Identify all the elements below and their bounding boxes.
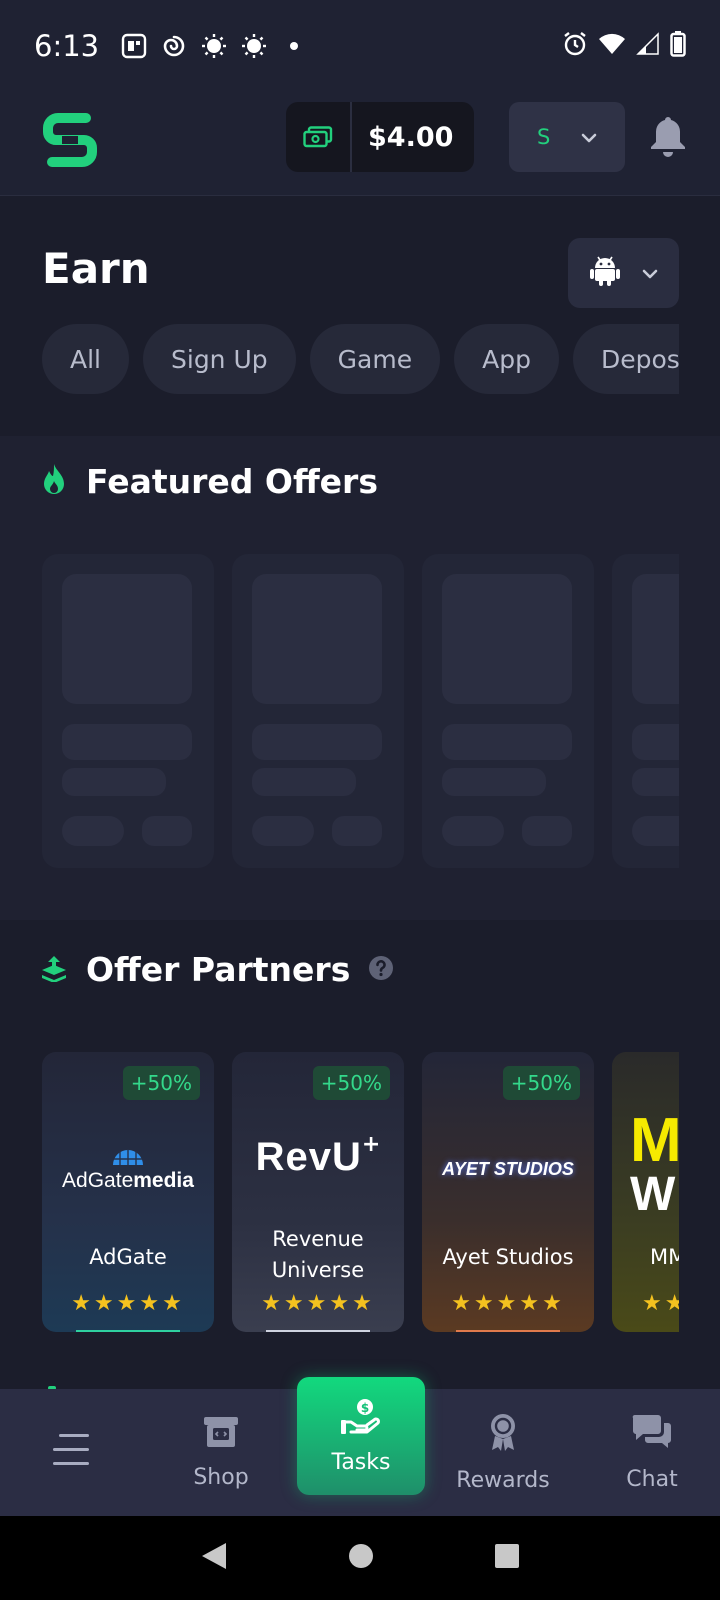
filter-chip-deposit[interactable]: Deposi <box>572 324 679 394</box>
bell-icon[interactable] <box>648 114 688 158</box>
nav-label: Rewards <box>456 1468 550 1493</box>
partner-card-adgate[interactable]: +50% AdGatemedia AdGate ★★★★★ <box>42 1052 214 1332</box>
user-dropdown[interactable]: S <box>509 102 625 172</box>
home-icon[interactable] <box>347 1542 375 1574</box>
star-rating: ★★★★★ <box>451 1291 565 1316</box>
nav-menu[interactable] <box>40 1389 102 1516</box>
filter-chip-app[interactable]: App <box>454 324 559 394</box>
android-icon <box>589 255 620 291</box>
fire-icon <box>40 463 68 501</box>
card-glow <box>456 1330 560 1332</box>
star-rating: ★★★★★ <box>261 1291 375 1316</box>
battery-icon <box>670 31 686 61</box>
filter-chip-game[interactable]: Game <box>309 324 441 394</box>
partner-name: MM <box>650 1245 679 1269</box>
dot-icon <box>281 33 307 59</box>
partners-header: Offer Partners <box>40 950 394 989</box>
cash-icon <box>286 102 352 172</box>
sun-icon <box>201 33 227 59</box>
partner-cards: +50% AdGatemedia AdGate ★★★★★ +50% RevU … <box>42 1052 679 1334</box>
mm-logo: M W <box>630 1106 679 1222</box>
offer-card-skeleton <box>42 554 214 868</box>
tasks-icon: $ <box>341 1398 381 1442</box>
recents-icon[interactable] <box>494 1543 520 1573</box>
chevron-down-icon <box>642 264 658 283</box>
wifi-icon <box>598 32 626 60</box>
earn-section: Earn All Sign Up Game App Deposi <box>0 196 720 436</box>
featured-offers-loading <box>42 554 679 870</box>
sim-card-icon <box>121 33 147 59</box>
nav-chat[interactable]: Chat <box>612 1389 692 1516</box>
ayet-studios-logo: AYET STUDIOS <box>422 1134 594 1204</box>
nav-label: Shop <box>193 1465 249 1490</box>
page-title: Earn <box>42 244 150 293</box>
bonus-badge: +50% <box>122 1066 200 1100</box>
shop-icon <box>202 1415 240 1455</box>
menu-icon <box>51 1432 91 1474</box>
nav-shop[interactable]: Shop <box>176 1389 266 1516</box>
bonus-badge: +50% <box>502 1066 580 1100</box>
featured-offers-section: Featured Offers <box>0 436 720 920</box>
filter-chip-signup[interactable]: Sign Up <box>143 324 296 394</box>
category-filters: All Sign Up Game App Deposi <box>42 324 679 396</box>
platform-dropdown[interactable] <box>568 238 679 308</box>
alarm-icon <box>562 31 588 61</box>
chat-icon <box>632 1413 672 1457</box>
bonus-badge: +50% <box>312 1066 390 1100</box>
app-logo[interactable] <box>40 112 100 168</box>
balance-display[interactable]: $4.00 <box>286 102 474 172</box>
logo-text: AYET STUDIOS <box>442 1158 574 1179</box>
user-initial: S <box>537 125 551 149</box>
partner-name: AdGate <box>89 1245 167 1269</box>
bottom-navigation: Shop $ Tasks Rewards Chat <box>0 1377 720 1516</box>
status-notification-icons <box>121 33 307 59</box>
app-header: $4.00 S <box>0 92 720 196</box>
revu-logo: RevU + <box>255 1132 381 1179</box>
chevron-down-icon <box>581 128 597 147</box>
filter-chip-all[interactable]: All <box>42 324 129 394</box>
logo-text: AdGate <box>62 1169 134 1192</box>
sun-icon <box>241 33 267 59</box>
status-time: 6:13 <box>34 29 100 63</box>
back-icon[interactable] <box>200 1541 228 1575</box>
nav-label: Tasks <box>331 1449 391 1475</box>
section-title: Featured Offers <box>86 462 378 501</box>
offer-card-skeleton <box>422 554 594 868</box>
partner-card-revu[interactable]: +50% RevU + Revenue Universe ★★★★★ <box>232 1052 404 1332</box>
balance-amount: $4.00 <box>368 121 454 153</box>
section-title: Offer Partners <box>86 950 351 989</box>
star-rating: ★★ <box>642 1291 679 1316</box>
card-glow <box>76 1330 180 1332</box>
partner-name: Revenue Universe <box>271 1227 365 1282</box>
offer-card-skeleton <box>232 554 404 868</box>
partner-name: Ayet Studios <box>442 1245 574 1269</box>
partner-card-ayet-studios[interactable]: +50% AYET STUDIOS Ayet Studios ★★★★★ <box>422 1052 594 1332</box>
status-bar: 6:13 <box>0 0 720 92</box>
status-system-icons <box>562 31 686 61</box>
signal-icon <box>636 32 660 60</box>
nav-tasks[interactable]: $ Tasks <box>297 1377 425 1495</box>
nav-rewards[interactable]: Rewards <box>450 1389 556 1516</box>
featured-header: Featured Offers <box>40 462 378 501</box>
rewards-icon <box>487 1412 519 1458</box>
help-icon[interactable] <box>368 955 394 985</box>
stack-icon <box>40 954 68 986</box>
system-navigation-bar <box>0 1516 720 1600</box>
offer-partners-section: Offer Partners +50% AdGatemedia AdGate ★… <box>0 920 720 1390</box>
offer-card-skeleton <box>612 554 679 868</box>
logo-text: W <box>630 1168 676 1221</box>
swirl-icon <box>161 33 187 59</box>
svg-text:$: $ <box>361 1401 369 1415</box>
partner-card-mm[interactable]: M W MM ★★ <box>612 1052 679 1332</box>
card-glow <box>266 1330 370 1332</box>
logo-text: RevU <box>255 1134 362 1179</box>
star-rating: ★★★★★ <box>71 1291 185 1316</box>
nav-label: Chat <box>626 1467 678 1492</box>
logo-text: M <box>630 1106 679 1175</box>
adgate-logo: AdGatemedia <box>42 1134 214 1204</box>
logo-text: media <box>133 1169 194 1192</box>
